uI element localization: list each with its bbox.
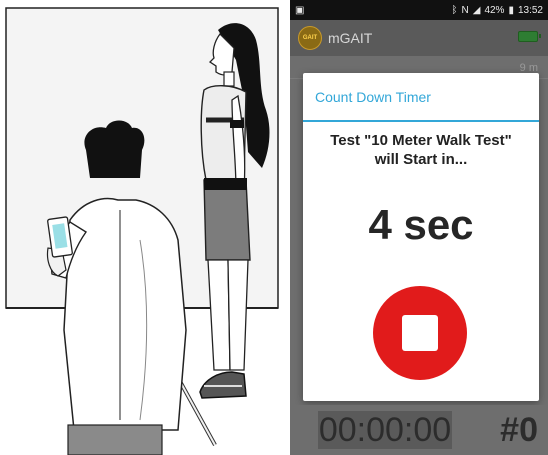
device-battery-icon bbox=[518, 31, 541, 42]
status-bar: ▣ ᛒ N ◢ 42% ▮ 13:52 bbox=[290, 0, 548, 20]
elapsed-timer: 00:00:00 bbox=[318, 411, 452, 449]
countdown-value: 4 sec bbox=[368, 201, 474, 248]
stop-icon bbox=[402, 315, 438, 351]
app-title: mGAIT bbox=[328, 30, 373, 46]
app-logo[interactable]: GAIT bbox=[298, 26, 322, 50]
nfc-icon: N bbox=[461, 4, 469, 16]
dialog-divider bbox=[303, 120, 539, 122]
bluetooth-icon: ᛒ bbox=[451, 4, 458, 16]
dialog-message-line2: will Start in... bbox=[374, 151, 468, 168]
signal-icon: ◢ bbox=[472, 4, 481, 16]
battery-percent: 42% bbox=[484, 4, 505, 16]
battery-icon: ▮ bbox=[508, 4, 514, 16]
app-bar: GAIT mGAIT bbox=[290, 20, 548, 56]
timer-bar: 00:00:00 #0 bbox=[290, 405, 548, 455]
dialog-message-line1: Test "10 Meter Walk Test" bbox=[330, 132, 512, 149]
dialog-title: Count Down Timer bbox=[315, 89, 431, 105]
countdown-dialog: Count Down Timer Test "10 Meter Walk Tes… bbox=[303, 73, 539, 401]
image-icon: ▣ bbox=[295, 4, 305, 16]
clock: 13:52 bbox=[517, 4, 543, 16]
stop-button[interactable] bbox=[373, 286, 467, 380]
walk-test-illustration bbox=[0, 0, 286, 455]
lap-count: #0 bbox=[500, 411, 538, 449]
phone-screen: ▣ ᛒ N ◢ 42% ▮ 13:52 GAIT mGAIT 9 m Count… bbox=[290, 0, 548, 455]
dialog-message: Test "10 Meter Walk Test" will Start in.… bbox=[303, 131, 539, 169]
